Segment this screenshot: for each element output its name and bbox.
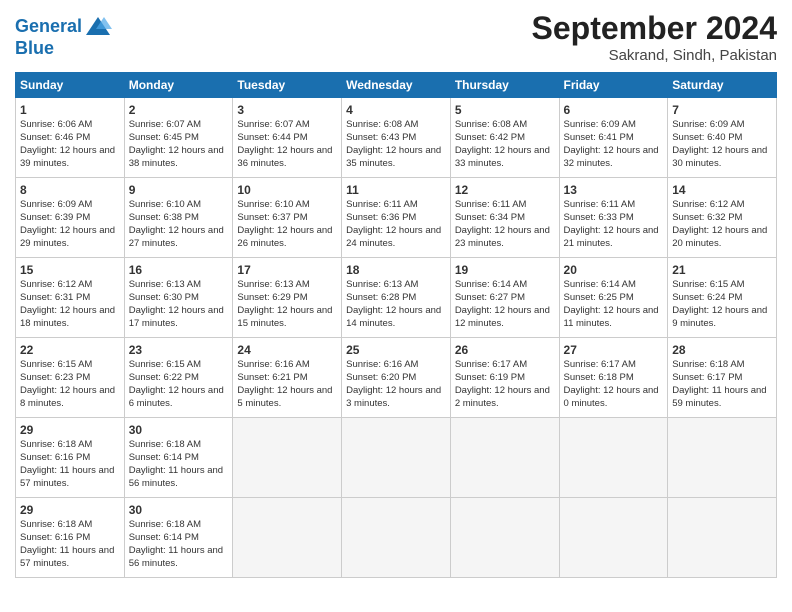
day-number: 6 — [564, 102, 664, 118]
day-cell: 21 Sunrise: 6:15 AM Sunset: 6:24 PM Dayl… — [668, 258, 777, 338]
day-cell: 16 Sunrise: 6:13 AM Sunset: 6:30 PM Dayl… — [124, 258, 233, 338]
empty-cell — [342, 498, 451, 578]
day-cell: 30 Sunrise: 6:18 AM Sunset: 6:14 PM Dayl… — [124, 498, 233, 578]
empty-cell — [668, 498, 777, 578]
col-friday: Friday — [559, 73, 668, 98]
day-cell: 3 Sunrise: 6:07 AM Sunset: 6:44 PM Dayli… — [233, 98, 342, 178]
calendar-row: 8 Sunrise: 6:09 AM Sunset: 6:39 PM Dayli… — [16, 178, 777, 258]
day-cell: 15 Sunrise: 6:12 AM Sunset: 6:31 PM Dayl… — [16, 258, 125, 338]
day-cell: 5 Sunrise: 6:08 AM Sunset: 6:42 PM Dayli… — [450, 98, 559, 178]
calendar-table: Sunday Monday Tuesday Wednesday Thursday… — [15, 72, 777, 578]
title-area: September 2024 Sakrand, Sindh, Pakistan — [532, 10, 777, 64]
empty-cell — [559, 418, 668, 498]
page-container: General Blue September 2024 Sakrand, Sin… — [0, 0, 792, 588]
header: General Blue September 2024 Sakrand, Sin… — [15, 10, 777, 64]
day-number: 21 — [672, 262, 772, 278]
day-cell: 6 Sunrise: 6:09 AM Sunset: 6:41 PM Dayli… — [559, 98, 668, 178]
logo: General Blue — [15, 15, 112, 59]
day-number: 14 — [672, 182, 772, 198]
logo-text2: Blue — [15, 39, 112, 59]
day-cell: 10 Sunrise: 6:10 AM Sunset: 6:37 PM Dayl… — [233, 178, 342, 258]
day-number: 17 — [237, 262, 337, 278]
calendar-row: 1 Sunrise: 6:06 AM Sunset: 6:46 PM Dayli… — [16, 98, 777, 178]
day-cell: 22 Sunrise: 6:15 AM Sunset: 6:23 PM Dayl… — [16, 338, 125, 418]
day-cell: 27 Sunrise: 6:17 AM Sunset: 6:18 PM Dayl… — [559, 338, 668, 418]
day-cell: 26 Sunrise: 6:17 AM Sunset: 6:19 PM Dayl… — [450, 338, 559, 418]
day-number: 22 — [20, 342, 120, 358]
col-sunday: Sunday — [16, 73, 125, 98]
day-number: 1 — [20, 102, 120, 118]
calendar-header-row: Sunday Monday Tuesday Wednesday Thursday… — [16, 73, 777, 98]
day-number: 18 — [346, 262, 446, 278]
day-number: 15 — [20, 262, 120, 278]
col-monday: Monday — [124, 73, 233, 98]
day-number: 27 — [564, 342, 664, 358]
day-number: 11 — [346, 182, 446, 198]
day-cell: 25 Sunrise: 6:16 AM Sunset: 6:20 PM Dayl… — [342, 338, 451, 418]
day-number: 24 — [237, 342, 337, 358]
day-number: 8 — [20, 182, 120, 198]
day-number: 23 — [129, 342, 229, 358]
day-cell: 12 Sunrise: 6:11 AM Sunset: 6:34 PM Dayl… — [450, 178, 559, 258]
day-cell: 1 Sunrise: 6:06 AM Sunset: 6:46 PM Dayli… — [16, 98, 125, 178]
day-number: 7 — [672, 102, 772, 118]
col-saturday: Saturday — [668, 73, 777, 98]
day-cell: 20 Sunrise: 6:14 AM Sunset: 6:25 PM Dayl… — [559, 258, 668, 338]
day-cell: 14 Sunrise: 6:12 AM Sunset: 6:32 PM Dayl… — [668, 178, 777, 258]
day-number: 30 — [129, 422, 229, 438]
day-cell: 18 Sunrise: 6:13 AM Sunset: 6:28 PM Dayl… — [342, 258, 451, 338]
day-number: 5 — [455, 102, 555, 118]
day-cell: 13 Sunrise: 6:11 AM Sunset: 6:33 PM Dayl… — [559, 178, 668, 258]
day-cell: 9 Sunrise: 6:10 AM Sunset: 6:38 PM Dayli… — [124, 178, 233, 258]
empty-cell — [450, 498, 559, 578]
empty-cell — [450, 418, 559, 498]
col-tuesday: Tuesday — [233, 73, 342, 98]
day-number: 9 — [129, 182, 229, 198]
day-number: 16 — [129, 262, 229, 278]
day-cell: 30 Sunrise: 6:18 AM Sunset: 6:14 PM Dayl… — [124, 418, 233, 498]
day-cell: 7 Sunrise: 6:09 AM Sunset: 6:40 PM Dayli… — [668, 98, 777, 178]
logo-text: General — [15, 17, 82, 37]
day-number: 19 — [455, 262, 555, 278]
day-number: 12 — [455, 182, 555, 198]
day-cell: 11 Sunrise: 6:11 AM Sunset: 6:36 PM Dayl… — [342, 178, 451, 258]
calendar-row: 29 Sunrise: 6:18 AM Sunset: 6:16 PM Dayl… — [16, 418, 777, 498]
day-cell: 29 Sunrise: 6:18 AM Sunset: 6:16 PM Dayl… — [16, 498, 125, 578]
day-number: 4 — [346, 102, 446, 118]
day-number: 2 — [129, 102, 229, 118]
empty-cell — [233, 498, 342, 578]
day-number: 13 — [564, 182, 664, 198]
empty-cell — [668, 418, 777, 498]
day-number: 28 — [672, 342, 772, 358]
col-wednesday: Wednesday — [342, 73, 451, 98]
day-number: 26 — [455, 342, 555, 358]
day-cell: 29 Sunrise: 6:18 AM Sunset: 6:16 PM Dayl… — [16, 418, 125, 498]
day-number: 29 — [20, 422, 120, 438]
day-cell: 23 Sunrise: 6:15 AM Sunset: 6:22 PM Dayl… — [124, 338, 233, 418]
calendar-row: 29 Sunrise: 6:18 AM Sunset: 6:16 PM Dayl… — [16, 498, 777, 578]
day-number: 10 — [237, 182, 337, 198]
calendar-row: 22 Sunrise: 6:15 AM Sunset: 6:23 PM Dayl… — [16, 338, 777, 418]
empty-cell — [559, 498, 668, 578]
col-thursday: Thursday — [450, 73, 559, 98]
location-title: Sakrand, Sindh, Pakistan — [532, 47, 777, 64]
day-cell: 8 Sunrise: 6:09 AM Sunset: 6:39 PM Dayli… — [16, 178, 125, 258]
calendar-row: 15 Sunrise: 6:12 AM Sunset: 6:31 PM Dayl… — [16, 258, 777, 338]
day-cell: 19 Sunrise: 6:14 AM Sunset: 6:27 PM Dayl… — [450, 258, 559, 338]
day-number: 29 — [20, 502, 120, 518]
day-cell: 4 Sunrise: 6:08 AM Sunset: 6:43 PM Dayli… — [342, 98, 451, 178]
day-number: 30 — [129, 502, 229, 518]
day-number: 20 — [564, 262, 664, 278]
day-cell: 17 Sunrise: 6:13 AM Sunset: 6:29 PM Dayl… — [233, 258, 342, 338]
day-cell: 24 Sunrise: 6:16 AM Sunset: 6:21 PM Dayl… — [233, 338, 342, 418]
logo-icon — [84, 15, 112, 39]
day-cell: 28 Sunrise: 6:18 AM Sunset: 6:17 PM Dayl… — [668, 338, 777, 418]
empty-cell — [233, 418, 342, 498]
day-number: 25 — [346, 342, 446, 358]
month-title: September 2024 — [532, 10, 777, 47]
day-cell: 2 Sunrise: 6:07 AM Sunset: 6:45 PM Dayli… — [124, 98, 233, 178]
day-number: 3 — [237, 102, 337, 118]
empty-cell — [342, 418, 451, 498]
